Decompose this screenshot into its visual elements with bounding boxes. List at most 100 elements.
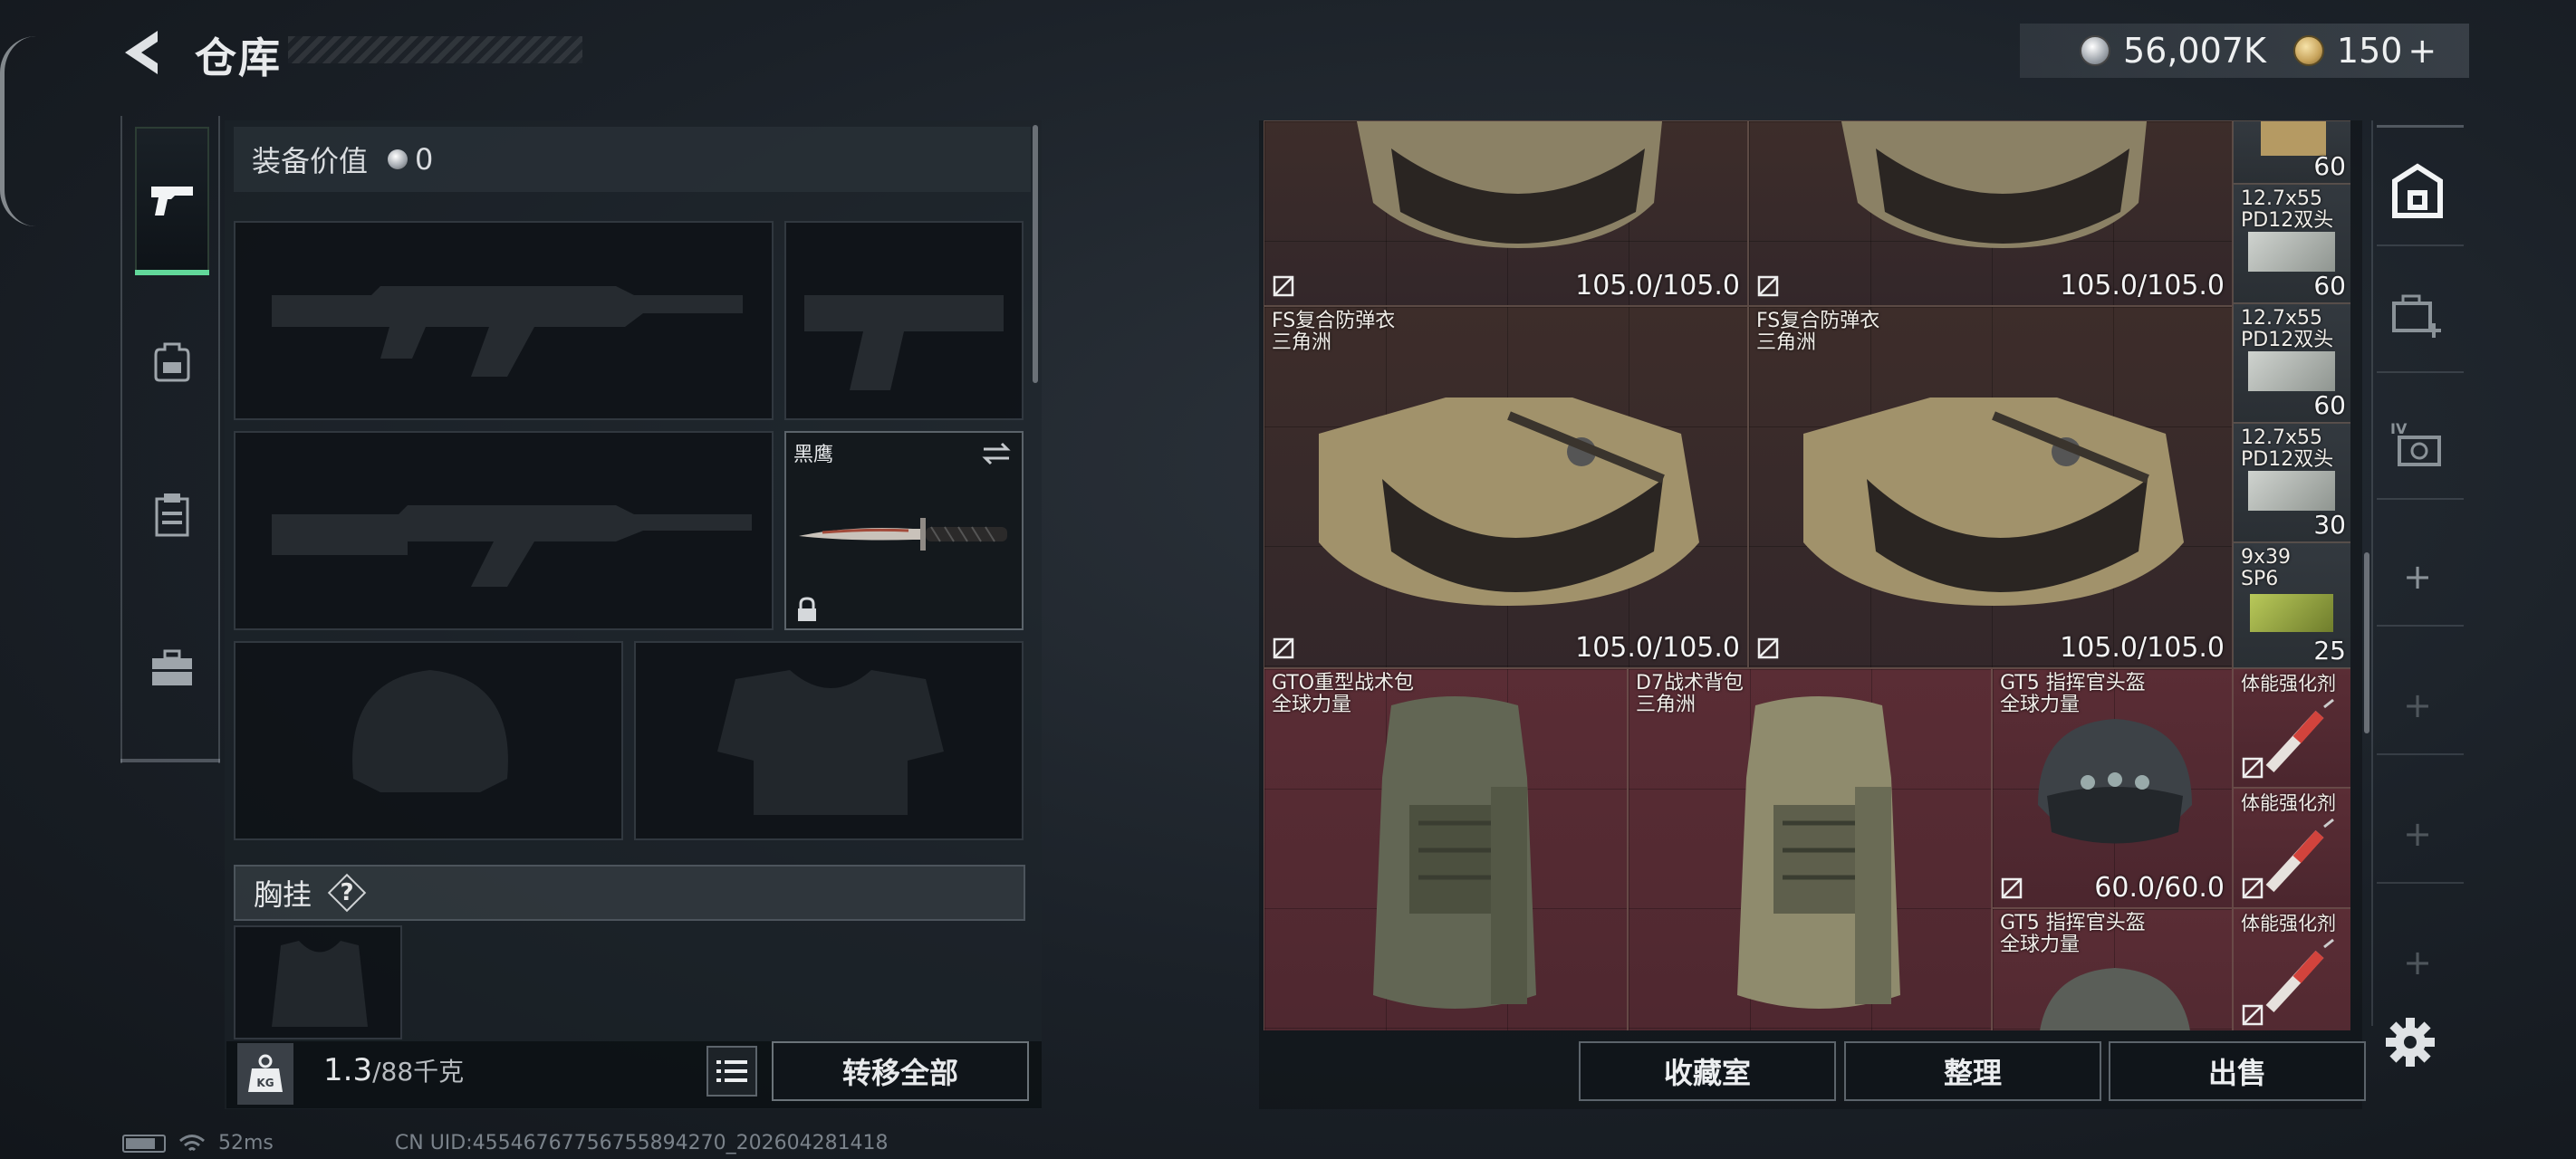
stash-page-iv-button[interactable]: IV	[2382, 409, 2453, 480]
help-icon[interactable]: ?	[330, 876, 364, 910]
secondary-weapon-slot[interactable]	[234, 431, 774, 630]
case-iv-icon: IV	[2390, 420, 2441, 466]
currency-bar: 56,007K 150 +	[2020, 24, 2469, 78]
inventory-grid: 105.0/105.0 105.0/105.0 FS复合防弹衣 三角洲 105.0…	[1264, 120, 2350, 1030]
equipment-scrollbar[interactable]	[1033, 125, 1038, 383]
inventory-item-d7-backpack[interactable]: D7战术背包三角洲 35	[1628, 668, 1992, 1030]
stash-main-button[interactable]	[2382, 156, 2453, 226]
carry-weight: 1.3/88千克	[323, 1052, 464, 1088]
no-insurance-icon	[2242, 1004, 2264, 1026]
back-button[interactable]	[118, 27, 172, 78]
list-view-button[interactable]	[706, 1046, 757, 1097]
body-armor-image-icon	[1803, 398, 2184, 606]
tab-gear[interactable]	[135, 288, 209, 433]
no-insurance-icon	[1757, 275, 1779, 297]
item-durability: 105.0/105.0	[1575, 270, 1740, 302]
collection-room-button[interactable]: 收藏室	[1579, 1041, 1836, 1101]
clipboard-icon	[155, 493, 189, 537]
inventory-item-gt5-helmet[interactable]: GT5 指挥官头盔 全球力量	[1992, 908, 2233, 1030]
add-page-button[interactable]: +	[2382, 799, 2453, 869]
inventory-item-ammo[interactable]: 12.7x55 PD12双头 60	[2233, 184, 2350, 303]
item-durability: 105.0/105.0	[2060, 270, 2225, 302]
inventory-item-armor[interactable]: 105.0/105.0	[1264, 120, 1748, 306]
no-insurance-icon	[1273, 275, 1294, 297]
inventory-item-stim[interactable]: 体能强化剂	[2233, 668, 2350, 788]
ammo-box-icon	[2248, 351, 2335, 391]
add-container-button[interactable]	[2382, 281, 2453, 351]
ammo-box-icon	[2250, 594, 2333, 632]
side-column-divider	[2377, 498, 2464, 500]
inventory-item-stim[interactable]: 体能强化剂	[2233, 908, 2350, 1030]
sort-button[interactable]: 整理	[1844, 1041, 2101, 1101]
inventory-item-gto-bag[interactable]: GTO重型战术包全球力量 45	[1264, 668, 1628, 1030]
side-column-divider	[2377, 882, 2464, 884]
equipment-value-label: 装备价值	[252, 144, 369, 178]
tab-weapons[interactable]	[135, 127, 209, 275]
inventory-scrollbar[interactable]	[2364, 552, 2369, 733]
add-page-button[interactable]: +	[2382, 541, 2453, 612]
body-armor-image-icon	[1319, 398, 1699, 606]
inventory-item-ammo[interactable]: 12.7x55 PD12双头 60	[2233, 303, 2350, 423]
swap-icon[interactable]	[980, 440, 1013, 467]
item-name: 体能强化剂	[2241, 673, 2336, 694]
inventory-item-ammo[interactable]: 12.7x55 PD12双头 30	[2233, 423, 2350, 542]
tab-clipboard[interactable]	[135, 442, 209, 587]
syringe-icon	[2265, 818, 2334, 893]
add-page-button[interactable]: +	[2382, 670, 2453, 741]
rifle-silhouette-icon	[272, 286, 743, 377]
item-name: FS复合防弹衣 三角洲	[1272, 310, 1396, 354]
side-column-divider	[2377, 125, 2464, 128]
lock-icon	[798, 597, 816, 621]
item-name: 体能强化剂	[2241, 913, 2336, 934]
item-name: 12.7x55 PD12双头	[2241, 187, 2334, 232]
add-gold-button[interactable]: +	[2408, 31, 2437, 71]
settings-button[interactable]	[2382, 1014, 2438, 1070]
item-name: FS复合防弹衣 三角洲	[1756, 310, 1880, 354]
equipment-value-header: 装备价值 0	[234, 127, 1031, 192]
side-column-divider	[2377, 753, 2464, 755]
backpack-icon	[154, 342, 190, 382]
chest-rig-label: 胸挂	[254, 877, 312, 912]
item-durability: 105.0/105.0	[2060, 632, 2225, 664]
transfer-all-button[interactable]: 转移全部	[772, 1041, 1029, 1101]
add-page-button[interactable]: +	[2382, 927, 2453, 998]
gold-currency-value: 150	[2336, 31, 2403, 71]
inventory-item-stim[interactable]: 体能强化剂	[2233, 788, 2350, 908]
tab-toolbox[interactable]	[135, 596, 209, 741]
helmet-slot[interactable]	[234, 641, 623, 840]
item-count: 25	[2313, 636, 2346, 666]
chest-rig-slot[interactable]	[234, 925, 402, 1039]
ping-value: 52ms	[218, 1132, 274, 1154]
iv-label: IV	[2390, 420, 2408, 437]
gear-icon	[2386, 1018, 2435, 1067]
ammo-box-icon	[2248, 471, 2335, 511]
kettlebell-icon: KG	[248, 1054, 283, 1092]
rifle-silhouette-icon	[272, 505, 752, 587]
body-armor-slot[interactable]	[634, 641, 1024, 840]
inventory-item-armor[interactable]: 105.0/105.0	[1748, 120, 2233, 306]
inventory-item-ammo[interactable]: 60	[2233, 120, 2350, 184]
side-column-divider	[2377, 371, 2464, 373]
inventory-item-gt5-helmet[interactable]: GT5 指挥官头盔 全球力量 60.0/60.0	[1992, 668, 2233, 908]
screen-edge-arc	[0, 36, 36, 226]
silver-currency-value: 56,007K	[2123, 31, 2266, 71]
melee-item-name: 黑鹰	[793, 444, 834, 466]
inventory-item-fs-armor[interactable]: FS复合防弹衣 三角洲 105.0/105.0	[1264, 306, 1748, 668]
status-line: 52ms CN UID:45546767756755894270_2026042…	[122, 1132, 889, 1154]
item-count: 30	[2313, 510, 2346, 540]
inventory-item-fs-armor[interactable]: FS复合防弹衣 三角洲 105.0/105.0	[1748, 306, 2233, 668]
inventory-item-ammo[interactable]: 9x39 SP6 25	[2233, 542, 2350, 668]
sidearm-slot[interactable]	[784, 221, 1024, 420]
backpack-image-icon	[1373, 696, 1536, 1009]
silver-coin-icon	[388, 149, 409, 169]
syringe-icon	[2265, 698, 2334, 773]
primary-weapon-slot[interactable]	[234, 221, 774, 420]
knife-icon	[799, 518, 1007, 551]
sell-button[interactable]: 出售	[2109, 1041, 2366, 1101]
carry-weight-max: /88千克	[372, 1057, 465, 1087]
add-case-icon	[2392, 294, 2441, 338]
pistol-silhouette-icon	[804, 295, 1004, 390]
item-durability: 60.0/60.0	[2094, 872, 2225, 904]
melee-slot[interactable]: 黑鹰	[784, 431, 1024, 630]
wifi-icon	[179, 1134, 205, 1151]
